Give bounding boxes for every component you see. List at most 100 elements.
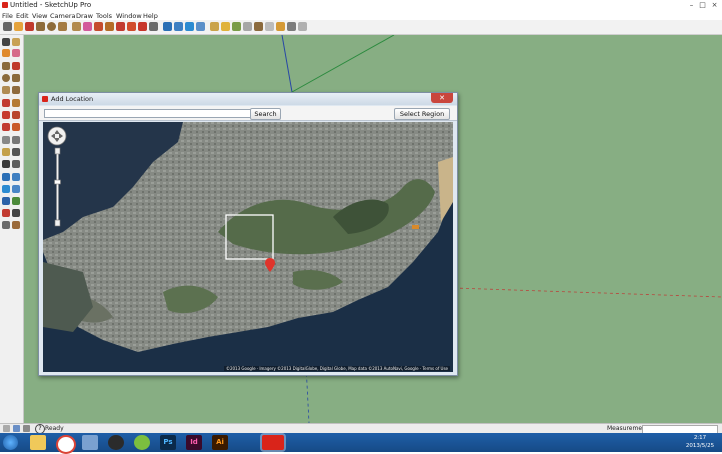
menu-window[interactable]: Window xyxy=(116,12,142,20)
offset-icon[interactable] xyxy=(12,123,20,131)
push-pull-icon[interactable] xyxy=(72,22,81,31)
app-icon-2[interactable] xyxy=(134,435,150,450)
dialog-title-bar[interactable]: Add Location ✕ xyxy=(39,93,457,105)
text-icon[interactable] xyxy=(12,148,20,156)
photo-texture-icon[interactable] xyxy=(265,22,274,31)
dialog-title: Add Location xyxy=(51,95,94,103)
sketchup-app-icon xyxy=(2,2,8,8)
menu-draw[interactable]: Draw xyxy=(76,12,93,20)
window-title: Untitled - SketchUp Pro xyxy=(10,1,92,9)
minimize-icon[interactable]: – xyxy=(687,1,696,9)
menu-bar: File Edit View Camera Draw Tools Window … xyxy=(0,11,722,20)
indesign-icon[interactable]: Id xyxy=(186,435,202,450)
search-button[interactable]: Search xyxy=(250,108,281,120)
follow-me-icon[interactable] xyxy=(105,22,114,31)
freehand-icon[interactable] xyxy=(12,86,20,94)
google-earth-icon[interactable] xyxy=(221,22,230,31)
protractor-icon[interactable] xyxy=(2,148,10,156)
sandbox-icon[interactable] xyxy=(12,221,20,229)
axes-icon[interactable] xyxy=(2,160,10,168)
illustrator-icon[interactable]: Ai xyxy=(212,435,228,450)
pencil-icon[interactable] xyxy=(12,62,20,70)
satellite-imagery xyxy=(43,122,453,372)
footprint-icon[interactable] xyxy=(2,221,10,229)
tape-icon[interactable] xyxy=(2,136,10,144)
left-toolbar xyxy=(0,35,24,423)
start-button-icon[interactable] xyxy=(3,435,18,450)
close-icon[interactable]: × xyxy=(710,1,719,9)
rotate-tool-icon[interactable] xyxy=(94,22,103,31)
orbit-tool-icon[interactable] xyxy=(2,173,10,181)
credits-icon[interactable] xyxy=(13,425,20,432)
chrome-icon[interactable] xyxy=(56,435,76,454)
eraser-tool-icon[interactable] xyxy=(12,49,20,57)
scale-tool-icon[interactable] xyxy=(116,22,125,31)
dialog-close-button[interactable]: ✕ xyxy=(431,93,453,103)
map-pan-control[interactable] xyxy=(47,126,67,146)
dimension-icon[interactable] xyxy=(149,22,158,31)
follow-me-tool-icon[interactable] xyxy=(12,111,20,119)
rectangle-tool-icon[interactable] xyxy=(36,22,45,31)
menu-file[interactable]: File xyxy=(2,12,13,20)
sketchup-icon[interactable] xyxy=(262,435,284,450)
app-icon[interactable] xyxy=(82,435,98,450)
clock-time: 2:17 xyxy=(693,435,707,441)
position-camera-icon[interactable] xyxy=(2,197,10,205)
circle-tool-icon[interactable] xyxy=(47,22,56,31)
scale-icon[interactable] xyxy=(2,123,10,131)
polygon-icon[interactable] xyxy=(2,86,10,94)
menu-tools[interactable]: Tools xyxy=(96,12,112,20)
extension-icon[interactable] xyxy=(276,22,285,31)
menu-edit[interactable]: Edit xyxy=(16,12,29,20)
select-region-button[interactable]: Select Region xyxy=(394,108,450,120)
warehouse-icon[interactable] xyxy=(254,22,263,31)
dimension-tool-icon[interactable] xyxy=(12,136,20,144)
add-location-icon[interactable] xyxy=(210,22,219,31)
photoshop-icon[interactable]: Ps xyxy=(160,435,176,450)
select-tool-icon[interactable] xyxy=(3,22,12,31)
make-component-icon[interactable] xyxy=(12,38,20,46)
line-tool-icon[interactable] xyxy=(25,22,34,31)
get-models-icon[interactable] xyxy=(232,22,241,31)
circle-icon[interactable] xyxy=(2,74,10,82)
orbit-icon[interactable] xyxy=(163,22,172,31)
look-around-icon[interactable] xyxy=(2,209,10,217)
3d-text-icon[interactable] xyxy=(12,160,20,168)
menu-camera[interactable]: Camera xyxy=(50,12,76,20)
share-model-icon[interactable] xyxy=(243,22,252,31)
eraser-icon[interactable] xyxy=(14,22,23,31)
rectangle-icon[interactable] xyxy=(2,62,10,70)
offset-tool-icon[interactable] xyxy=(127,22,136,31)
arc-tool-icon[interactable] xyxy=(58,22,67,31)
select-arrow-icon[interactable] xyxy=(2,38,10,46)
push-pull-tool-icon[interactable] xyxy=(12,99,20,107)
zoom-extents-icon[interactable] xyxy=(196,22,205,31)
satellite-map[interactable]: ©2013 Google · Imagery ©2013 DigitalGlob… xyxy=(43,122,453,372)
add-location-dialog: Add Location ✕ Search Select Region ©201… xyxy=(38,92,458,376)
user-icon[interactable] xyxy=(23,425,30,432)
pan-tool-icon[interactable] xyxy=(12,173,20,181)
qq-icon[interactable] xyxy=(108,435,124,450)
rotate-icon[interactable] xyxy=(2,111,10,119)
geo-location-icon[interactable] xyxy=(3,425,10,432)
zoom-tool-icon[interactable] xyxy=(2,185,10,193)
section-icon[interactable] xyxy=(298,22,307,31)
arc-icon[interactable] xyxy=(12,74,20,82)
walk-icon[interactable] xyxy=(12,197,20,205)
move-tool-icon[interactable] xyxy=(83,22,92,31)
paint-bucket-icon[interactable] xyxy=(2,49,10,57)
move-icon[interactable] xyxy=(2,99,10,107)
zoom-icon[interactable] xyxy=(185,22,194,31)
layer-icon[interactable] xyxy=(287,22,296,31)
pan-icon[interactable] xyxy=(174,22,183,31)
windows-taskbar: Ps Id Ai 2:17 2013/5/25 xyxy=(0,433,722,454)
location-search-input[interactable] xyxy=(44,109,253,118)
tape-measure-icon[interactable] xyxy=(138,22,147,31)
menu-help[interactable]: Help xyxy=(143,12,158,20)
maximize-icon[interactable]: □ xyxy=(698,1,707,9)
zoom-window-icon[interactable] xyxy=(12,185,20,193)
menu-view[interactable]: View xyxy=(32,12,47,20)
section-plane-icon[interactable] xyxy=(12,209,20,217)
system-clock[interactable]: 2:17 2013/5/25 xyxy=(681,434,719,450)
windows-explorer-icon[interactable] xyxy=(30,435,46,450)
